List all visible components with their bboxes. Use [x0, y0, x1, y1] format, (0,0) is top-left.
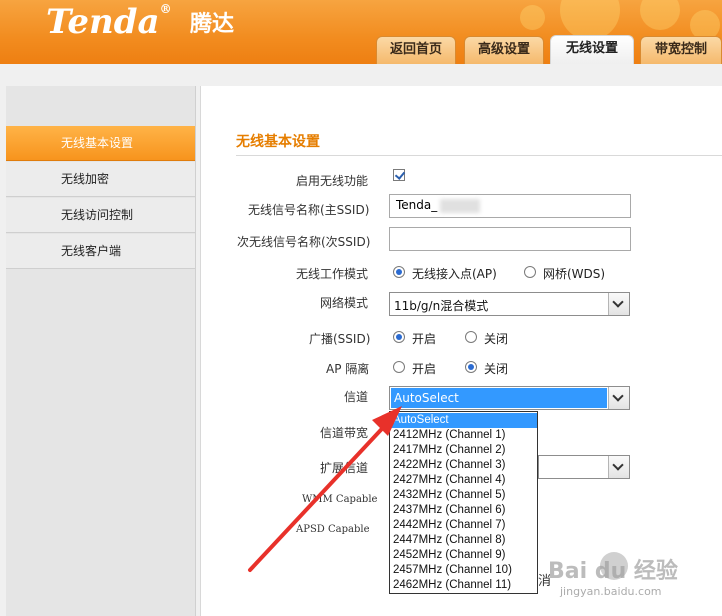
watermark-text: Bai du 经验 [548, 559, 678, 584]
watermark-subtext: jingyan.baidu.com [560, 585, 662, 598]
red-annotation-arrow-icon [248, 406, 402, 572]
